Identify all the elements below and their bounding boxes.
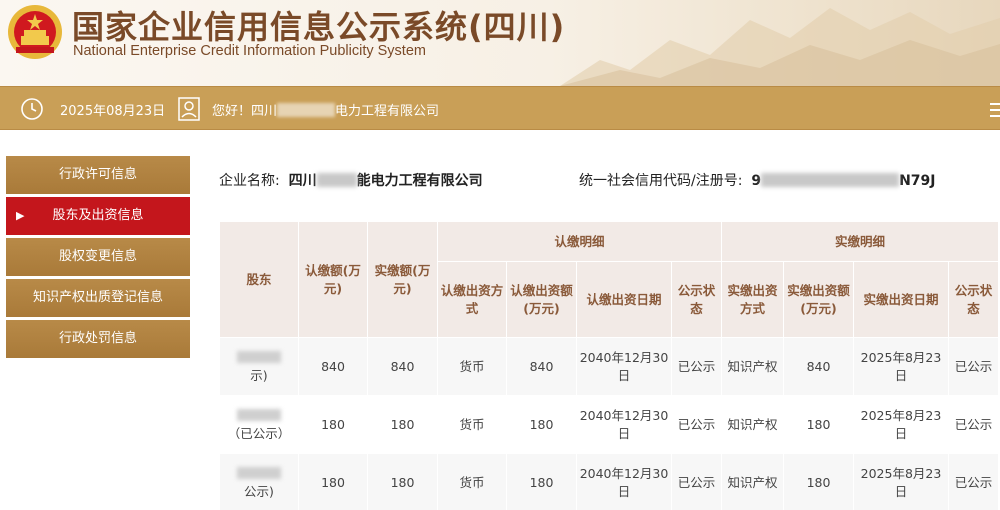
paid-cell: 840 [367, 337, 438, 396]
col-header-paid-detail: 实缴明细 [721, 221, 999, 262]
redacted-text [237, 408, 281, 421]
sub-amount-cell: 180 [506, 453, 577, 510]
credit-code-prefix: 9 [751, 173, 762, 189]
sub-status-cell: 已公示 [671, 337, 722, 396]
sidebar-item-label: 股东及出资信息 [52, 208, 144, 223]
paid-amount-cell: 180 [783, 453, 854, 510]
paid-amount-cell: 180 [783, 395, 854, 454]
paid-date-cell: 2025年8月23日 [853, 395, 949, 454]
sidebar-item-label: 知识产权出质登记信息 [32, 290, 163, 305]
credit-code-suffix: N79J [899, 173, 936, 189]
greeting-text: 您好！四川 电力工程有限公司 [212, 100, 439, 119]
col-header-sub-amount: 认缴出资额(万元) [506, 261, 577, 338]
paid-method-cell: 知识产权 [721, 395, 784, 454]
table-row: （已公示） 180 180 货币 180 2040年12月30日 已公示 知识产… [219, 395, 999, 454]
shareholder-status: （已公示） [227, 425, 291, 441]
sub-amount-cell: 180 [506, 395, 577, 454]
col-header-sub-date: 认缴出资日期 [576, 261, 672, 338]
sidebar-item-shareholders[interactable]: ▶ 股东及出资信息 [6, 197, 190, 235]
shareholder-cell: 公示) [219, 453, 299, 510]
paid-amount-cell: 840 [783, 337, 854, 396]
national-emblem-icon [8, 5, 62, 59]
col-header-paid-amount: 实缴额(万元) [367, 221, 438, 338]
redacted-text [316, 173, 357, 187]
col-header-sub-method: 认缴出资方式 [437, 261, 507, 338]
site-subtitle: National Enterprise Credit Information P… [73, 43, 426, 59]
sub-status-cell: 已公示 [671, 395, 722, 454]
sub-status-cell: 已公示 [671, 453, 722, 510]
sidebar-item-label: 股权变更信息 [58, 249, 137, 264]
col-header-paid-method: 实缴出资方式 [721, 261, 784, 338]
redacted-text [237, 350, 281, 363]
credit-code-row: 统一社会信用代码/注册号: 9 N79J [579, 170, 936, 190]
redacted-text [761, 173, 900, 187]
paid-method-cell: 知识产权 [721, 337, 784, 396]
credit-code-label: 统一社会信用代码/注册号: [579, 173, 743, 189]
paid-status-cell: 已公示 [948, 395, 999, 454]
user-icon [178, 97, 200, 121]
sub-date-cell: 2040年12月30日 [576, 337, 672, 396]
sub-date-cell: 2040年12月30日 [576, 395, 672, 454]
shareholder-status: 示) [250, 367, 268, 383]
company-name-prefix: 四川 [288, 173, 317, 189]
col-header-subscribed-amount: 认缴额(万元) [298, 221, 368, 338]
table-row: 公示) 180 180 货币 180 2040年12月30日 已公示 知识产权 … [219, 453, 999, 510]
col-header-paid-date: 实缴出资日期 [853, 261, 949, 338]
col-header-paid-amt: 实缴出资额(万元) [783, 261, 854, 338]
shareholder-cell: （已公示） [219, 395, 299, 454]
shareholder-table: 股东 认缴额(万元) 实缴额(万元) 认缴明细 实缴明细 认缴出资方式 认缴出资… [219, 221, 999, 510]
col-header-shareholder: 股东 [219, 221, 299, 338]
redacted-text [277, 103, 336, 117]
site-title: 国家企业信用信息公示系统(四川) [72, 8, 566, 46]
company-name-row: 企业名称: 四川 能电力工程有限公司 [219, 170, 483, 190]
sub-method-cell: 货币 [437, 453, 507, 510]
menu-icon[interactable] [988, 99, 1000, 121]
sidebar-nav: 行政许可信息 ▶ 股东及出资信息 股权变更信息 知识产权出质登记信息 行政处罚信… [6, 156, 190, 361]
paid-cell: 180 [367, 453, 438, 510]
sub-date-cell: 2040年12月30日 [576, 453, 672, 510]
col-header-paid-status: 公示状态 [948, 261, 999, 338]
sidebar-item-ip-pledge[interactable]: 知识产权出质登记信息 [6, 279, 190, 317]
current-date: 2025年08月23日 [60, 104, 166, 119]
sidebar-item-admin-penalty[interactable]: 行政处罚信息 [6, 320, 190, 358]
sidebar-item-label: 行政许可信息 [58, 167, 137, 182]
redacted-text [237, 466, 281, 479]
site-header: 国家企业信用信息公示系统(四川) National Enterprise Cre… [0, 0, 1000, 86]
subscribed-cell: 180 [298, 395, 368, 454]
greeting-prefix: 您好！四川 [212, 104, 278, 119]
sidebar-item-label: 行政处罚信息 [58, 331, 137, 346]
main-panel: 企业名称: 四川 能电力工程有限公司 统一社会信用代码/注册号: 9 N79J 股东… [204, 156, 1000, 510]
subscribed-cell: 840 [298, 337, 368, 396]
paid-status-cell: 已公示 [948, 453, 999, 510]
info-bar: 2025年08月23日 您好！四川 电力工程有限公司 [0, 86, 1000, 130]
paid-method-cell: 知识产权 [721, 453, 784, 510]
paid-date-cell: 2025年8月23日 [853, 337, 949, 396]
sub-method-cell: 货币 [437, 395, 507, 454]
company-name-label: 企业名称: [219, 173, 280, 189]
sub-method-cell: 货币 [437, 337, 507, 396]
active-arrow-icon: ▶ [16, 209, 25, 222]
greeting-suffix: 电力工程有限公司 [335, 104, 440, 119]
col-header-subscribed-detail: 认缴明细 [437, 221, 722, 262]
shareholder-status: 公示) [244, 483, 274, 499]
paid-cell: 180 [367, 395, 438, 454]
sub-amount-cell: 840 [506, 337, 577, 396]
subscribed-cell: 180 [298, 453, 368, 510]
paid-status-cell: 已公示 [948, 337, 999, 396]
clock-icon [21, 98, 43, 120]
company-name-suffix: 能电力工程有限公司 [356, 173, 483, 189]
mountain-banner-image [560, 8, 1000, 86]
sidebar-item-equity-change[interactable]: 股权变更信息 [6, 238, 190, 276]
sidebar-item-admin-license[interactable]: 行政许可信息 [6, 156, 190, 194]
col-header-sub-status: 公示状态 [671, 261, 722, 338]
shareholder-cell: 示) [219, 337, 299, 396]
table-row: 示) 840 840 货币 840 2040年12月30日 已公示 知识产权 8… [219, 337, 999, 396]
paid-date-cell: 2025年8月23日 [853, 453, 949, 510]
